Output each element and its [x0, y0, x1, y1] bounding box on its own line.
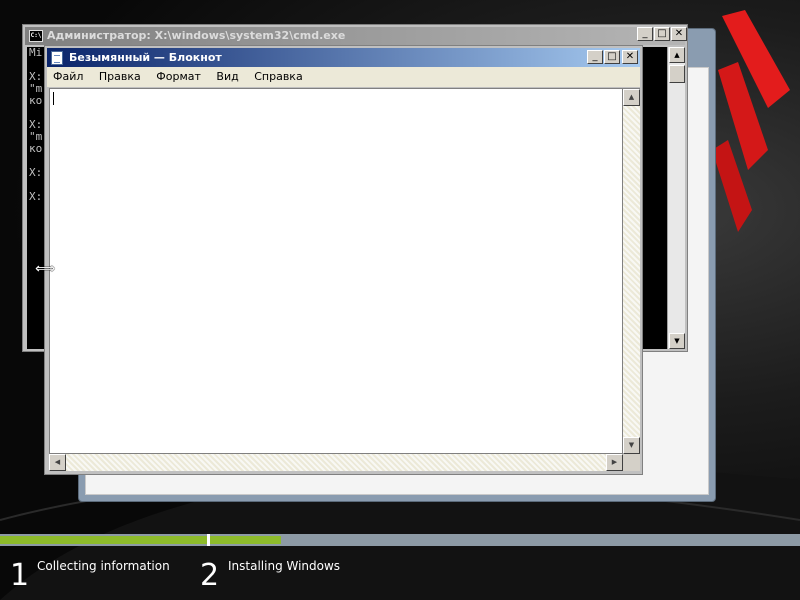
- setup-progress-bar: [0, 534, 800, 546]
- notepad-maximize-button[interactable]: □: [604, 50, 620, 64]
- text-caret: [53, 92, 54, 105]
- cmd-icon: C:\: [29, 30, 43, 42]
- resize-grip[interactable]: [623, 454, 640, 471]
- scroll-up-arrow-icon[interactable]: ▲: [623, 89, 640, 106]
- horizontal-resize-icon: ⟺: [34, 261, 56, 277]
- scroll-down-arrow-icon[interactable]: ▼: [669, 333, 685, 349]
- red-stripes-decoration: [712, 10, 790, 232]
- notepad-minimize-button[interactable]: _: [587, 50, 603, 64]
- scroll-right-arrow-icon[interactable]: ▶: [606, 454, 623, 471]
- notepad-title-text: Безымянный — Блокнот: [69, 51, 222, 64]
- menu-format[interactable]: Формат: [150, 67, 207, 87]
- scroll-up-arrow-icon[interactable]: ▲: [669, 47, 685, 63]
- step-label: Installing Windows: [228, 559, 341, 573]
- cmd-title-text: Администратор: X:\windows\system32\cmd.e…: [47, 29, 346, 42]
- cmd-scroll-thumb[interactable]: [669, 65, 685, 83]
- notepad-text-area[interactable]: [49, 88, 623, 454]
- progress-step1-fill: [0, 536, 207, 544]
- progress-step2-fill: [210, 536, 281, 544]
- cmd-titlebar[interactable]: C:\ Администратор: X:\windows\system32\c…: [25, 27, 685, 45]
- menu-edit[interactable]: Правка: [93, 67, 147, 87]
- notepad-menubar: Файл Правка Формат Вид Справка: [47, 67, 640, 87]
- cmd-minimize-button[interactable]: _: [637, 27, 653, 41]
- menu-help[interactable]: Справка: [248, 67, 308, 87]
- notepad-vertical-scrollbar[interactable]: ▲ ▼: [623, 88, 640, 454]
- scroll-down-arrow-icon[interactable]: ▼: [623, 437, 640, 454]
- step-number: 2: [200, 558, 220, 593]
- notepad-horizontal-scrollbar[interactable]: ◀ ▶: [49, 454, 623, 471]
- menu-view[interactable]: Вид: [210, 67, 244, 87]
- cmd-maximize-button[interactable]: □: [654, 27, 670, 41]
- scroll-left-arrow-icon[interactable]: ◀: [49, 454, 66, 471]
- notepad-close-button[interactable]: ✕: [622, 50, 638, 64]
- notepad-window[interactable]: Безымянный — Блокнот _ □ ✕ Файл Правка Ф…: [44, 45, 643, 475]
- step-label: Collecting information: [37, 559, 170, 573]
- notepad-titlebar[interactable]: Безымянный — Блокнот: [47, 48, 640, 67]
- step-number: 1: [10, 558, 30, 593]
- notepad-icon: [51, 51, 63, 65]
- cmd-close-button[interactable]: ✕: [671, 27, 687, 41]
- cmd-vertical-scrollbar[interactable]: ▲ ▼: [667, 47, 685, 349]
- menu-file[interactable]: Файл: [47, 67, 89, 87]
